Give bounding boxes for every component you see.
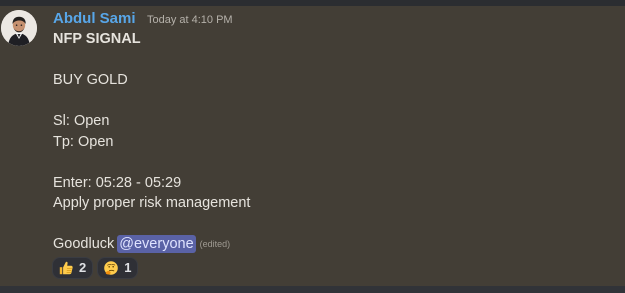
take-profit-text: Tp: Open [53, 133, 114, 150]
goodluck-text: Goodluck [53, 236, 115, 252]
channel-footer-strip [0, 286, 625, 293]
reaction-count: 2 [79, 260, 87, 275]
avatar[interactable] [1, 10, 37, 46]
message-timestamp[interactable]: Today at 4:10 PM [147, 11, 233, 29]
chat-message[interactable]: Abdul Sami Today at 4:10 PM NFP SIGNAL B… [0, 6, 625, 286]
message-title: NFP SIGNAL [53, 31, 141, 47]
final-line: Goodluck @everyone (edited) [53, 234, 593, 255]
risk-warning-text: Apply proper risk management [53, 195, 251, 211]
thinking-face-icon [104, 261, 119, 275]
reaction-list: 2 1 [52, 257, 139, 279]
entry-window-text: Enter: 05:28 - 05:29 [53, 174, 182, 191]
everyone-mention[interactable]: @everyone [117, 235, 196, 253]
avatar-image [1, 10, 37, 46]
reaction-thinking-face[interactable]: 1 [97, 257, 139, 279]
edited-label: (edited) [199, 239, 231, 249]
reaction-count: 1 [124, 260, 132, 275]
trade-action: BUY GOLD [53, 72, 128, 88]
reaction-thumbs-up[interactable]: 2 [52, 257, 94, 279]
author-name[interactable]: Abdul Sami [53, 10, 136, 28]
stop-loss-text: Sl: Open [53, 113, 110, 129]
thumbs-up-icon [59, 261, 73, 275]
message-content: NFP SIGNAL BUY GOLD Sl: Open Tp: Open En… [53, 29, 593, 255]
message-header: Abdul Sami Today at 4:10 PM [53, 10, 233, 28]
